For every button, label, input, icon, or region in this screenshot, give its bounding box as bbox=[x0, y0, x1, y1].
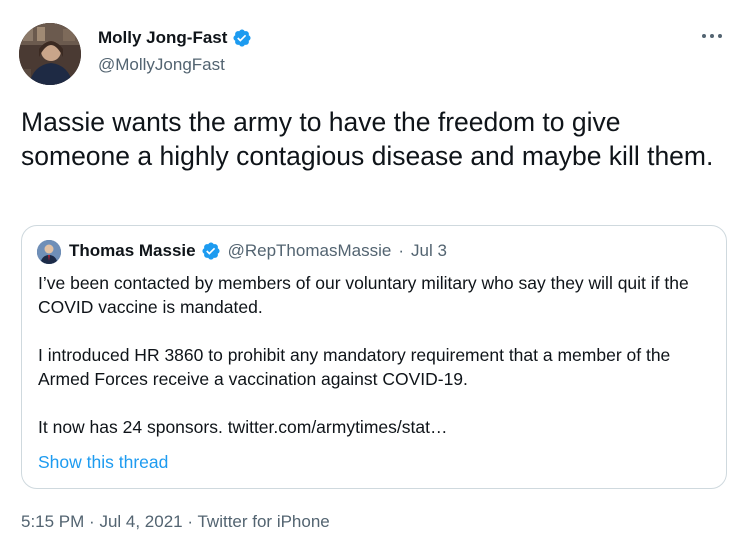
avatar-photo-icon bbox=[19, 23, 81, 85]
quoted-author-avatar[interactable] bbox=[37, 240, 61, 264]
quoted-header: Thomas Massie @RepThomasMassie · Jul 3 bbox=[69, 241, 447, 261]
tweet-source[interactable]: Twitter for iPhone bbox=[197, 512, 329, 531]
author-name[interactable]: Molly Jong-Fast bbox=[98, 28, 252, 48]
author-avatar[interactable] bbox=[19, 23, 81, 85]
footer-separator: · bbox=[187, 512, 194, 531]
quoted-separator: · bbox=[398, 241, 404, 260]
quoted-paragraph: I’ve been contacted by members of our vo… bbox=[38, 273, 689, 317]
verified-badge-icon bbox=[233, 29, 251, 47]
quoted-tweet[interactable]: Thomas Massie @RepThomasMassie · Jul 3 I… bbox=[21, 225, 727, 489]
tweet-text: Massie wants the army to have the freedo… bbox=[21, 107, 714, 171]
footer-separator: · bbox=[89, 512, 95, 531]
quoted-paragraph: I introduced HR 3860 to prohibit any man… bbox=[38, 345, 671, 389]
tweet-card: Molly Jong-Fast @MollyJongFast Massie wa… bbox=[0, 0, 735, 551]
more-options-button[interactable] bbox=[701, 28, 723, 39]
quoted-author-name[interactable]: Thomas Massie bbox=[69, 241, 196, 261]
quoted-paragraph: It now has 24 sponsors. twitter.com/army… bbox=[38, 417, 448, 437]
tweet-footer: 5:15 PM · Jul 4, 2021 · Twitter for iPho… bbox=[21, 512, 330, 532]
tweet-time[interactable]: 5:15 PM bbox=[21, 512, 84, 531]
quoted-verified-badge-icon bbox=[202, 242, 220, 260]
show-thread-link[interactable]: Show this thread bbox=[38, 452, 168, 473]
author-name-text[interactable]: Molly Jong-Fast bbox=[98, 28, 227, 48]
quoted-avatar-photo-icon bbox=[37, 240, 61, 264]
author-handle[interactable]: @MollyJongFast bbox=[98, 55, 225, 75]
more-dots-icon bbox=[702, 34, 722, 38]
quoted-text: I’ve been contacted by members of our vo… bbox=[38, 271, 720, 439]
quoted-handle[interactable]: @RepThomasMassie bbox=[228, 241, 392, 261]
quoted-date[interactable]: Jul 3 bbox=[411, 241, 447, 261]
tweet-date[interactable]: Jul 4, 2021 bbox=[99, 512, 182, 531]
